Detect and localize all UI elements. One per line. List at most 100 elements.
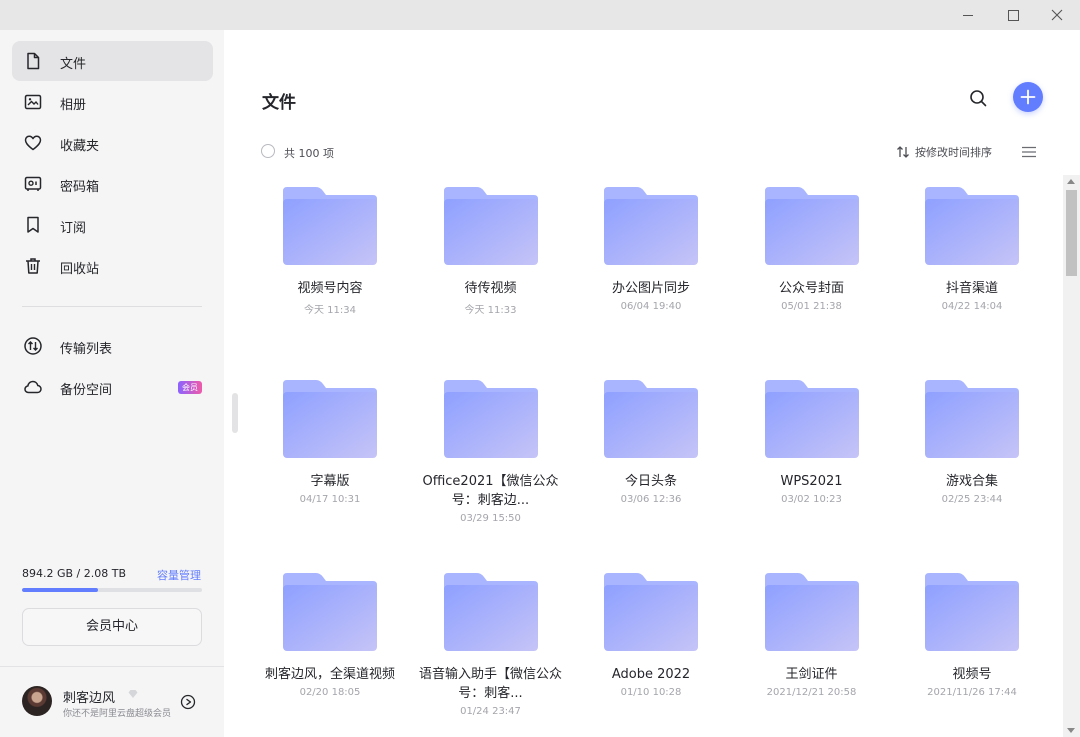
folder-date: 04/17 10:31 (299, 494, 361, 505)
folder-grid: 视频号内容 今天 11:34 待传视频 今天 11:33 办公图片同步 06/04 19:… (250, 175, 1060, 737)
folder-name: 待传视频 (464, 281, 517, 296)
storage-progress-bar (22, 588, 202, 592)
folder-icon (604, 187, 698, 265)
folder-date: 今天 11:34 (304, 305, 356, 316)
folder-item[interactable]: 待传视频今天 11:33 (411, 175, 571, 355)
cloud-icon (24, 380, 42, 394)
folder-name: 视频号内容 (297, 281, 363, 296)
folder-name: 王剑证件 (785, 667, 838, 682)
select-all-checkbox[interactable] (261, 144, 275, 158)
folder-item[interactable]: Adobe 2022 01/10 10:28 (571, 561, 731, 737)
folder-item[interactable]: 办公图片同步 06/04 19:40 (571, 175, 731, 355)
folder-icon (764, 573, 859, 651)
folder-item[interactable]: 公众号封面 05/01 21:38 (732, 175, 892, 355)
sort-button[interactable]: 按修改时间排序 (896, 143, 992, 161)
folder-icon (764, 380, 859, 458)
folder-item[interactable]: Office2021【微信公众号：刺客边... 03/29 15:50 (411, 368, 571, 548)
play-circle-icon[interactable] (180, 694, 196, 710)
folder-icon (443, 573, 538, 651)
folder-date: 04/22 14:04 (941, 301, 1003, 312)
sidebar-item-label: 收藏夹 (60, 139, 100, 154)
sidebar-item-label: 相册 (60, 98, 87, 113)
avatar[interactable] (22, 686, 52, 716)
app-window: 文件 相册 收藏夹 密码箱 订阅 回收站 传输列表 备份空间 会员 894.2 … (0, 0, 1080, 737)
diamond-icon (128, 690, 138, 698)
search-icon[interactable] (966, 86, 990, 110)
sidebar-item-safe[interactable]: 密码箱 (12, 164, 213, 204)
folder-item[interactable]: 刺客边风，全渠道视频 02/20 18:05 (250, 561, 410, 737)
folder-name: 刺客边风，全渠道视频 (264, 667, 395, 682)
folder-icon (925, 380, 1019, 458)
sidebar-resize-handle[interactable] (232, 393, 238, 433)
folder-icon (925, 187, 1019, 265)
maximize-button[interactable] (991, 0, 1035, 30)
sidebar-item-favorites[interactable]: 收藏夹 (12, 123, 213, 163)
folder-item[interactable]: 今日头条 03/06 12:36 (571, 368, 731, 548)
folder-icon (604, 380, 698, 458)
sidebar-item-label: 订阅 (60, 221, 87, 236)
scrollbar[interactable] (1063, 175, 1080, 737)
item-count: 共 100 项 (284, 147, 334, 160)
sidebar-item-label: 备份空间 (60, 383, 113, 398)
sidebar-item-backup[interactable]: 备份空间 会员 (12, 367, 213, 407)
scrollbar-thumb[interactable] (1066, 190, 1077, 276)
user-subtitle: 你还不是阿里云盘超级会员 (63, 709, 172, 719)
folder-name: 语音输入助手【微信公众号：刺客... (418, 667, 562, 701)
minimize-button[interactable] (946, 0, 990, 30)
folder-item[interactable]: 语音输入助手【微信公众号：刺客... 01/24 23:47 (411, 561, 571, 737)
folder-date: 01/10 10:28 (620, 687, 682, 698)
folder-date: 02/20 18:05 (299, 687, 361, 698)
sidebar-item-label: 密码箱 (60, 180, 100, 195)
folder-icon (283, 573, 377, 651)
folder-item[interactable]: 字幕版 04/17 10:31 (250, 368, 410, 548)
scroll-down-arrow[interactable] (1067, 728, 1075, 733)
folder-icon (443, 187, 538, 265)
album-icon (24, 94, 42, 110)
folder-item[interactable]: WPS2021 03/02 10:23 (732, 368, 892, 548)
transfer-icon (24, 337, 42, 355)
folder-item[interactable]: 视频号内容今天 11:34 (250, 175, 410, 355)
safe-icon (24, 176, 42, 191)
folder-date: 01/24 23:47 (460, 706, 521, 717)
folder-item[interactable]: 视频号 2021/11/26 17:44 (892, 561, 1052, 737)
folder-name: WPS2021 (780, 474, 843, 489)
sidebar-item-trash[interactable]: 回收站 (12, 246, 213, 286)
sidebar-item-label: 文件 (60, 57, 87, 72)
folder-name: 抖音渠道 (945, 281, 998, 296)
storage-usage-text: 894.2 GB / 2.08 TB (22, 567, 127, 580)
folder-icon (283, 380, 377, 458)
folder-name: 今日头条 (624, 474, 677, 489)
sidebar-item-album[interactable]: 相册 (12, 82, 213, 122)
sidebar-item-subscriptions[interactable]: 订阅 (12, 205, 213, 245)
folder-date: 05/01 21:38 (781, 301, 842, 312)
folder-icon (925, 573, 1019, 651)
vip-badge: 会员 (178, 381, 202, 394)
storage-manage-link[interactable]: 容量管理 (157, 567, 201, 583)
folder-item[interactable]: 王剑证件 2021/12/21 20:58 (732, 561, 892, 737)
folder-date: 03/02 10:23 (781, 494, 842, 505)
folder-name: 公众号封面 (778, 281, 844, 296)
vip-center-button[interactable]: 会员中心 (22, 608, 202, 646)
scroll-up-arrow[interactable] (1067, 179, 1075, 184)
sidebar-item-transfers[interactable]: 传输列表 (12, 326, 213, 366)
folder-name: 办公图片同步 (611, 281, 690, 296)
folder-name: 视频号 (952, 667, 992, 682)
folder-icon (764, 187, 859, 265)
file-icon (27, 52, 40, 70)
folder-icon (443, 380, 538, 458)
folder-item[interactable]: 抖音渠道 04/22 14:04 (892, 175, 1052, 355)
folder-date: 03/06 12:36 (620, 494, 682, 505)
folder-date: 今天 11:33 (464, 305, 517, 316)
sidebar-item-label: 传输列表 (60, 342, 113, 357)
page-title: 文件 (262, 93, 296, 113)
sidebar: 文件 相册 收藏夹 密码箱 订阅 回收站 传输列表 备份空间 会员 894.2 … (0, 30, 238, 737)
folder-icon (283, 187, 377, 265)
folder-icon (604, 573, 698, 651)
close-button[interactable] (1035, 0, 1079, 30)
list-view-icon[interactable] (1021, 145, 1037, 159)
add-button[interactable] (1013, 82, 1043, 112)
folder-item[interactable]: 游戏合集 02/25 23:44 (892, 368, 1052, 548)
sidebar-item-files[interactable]: 文件 (12, 41, 213, 81)
storage-progress-fill (22, 588, 98, 592)
trash-icon (26, 258, 40, 274)
